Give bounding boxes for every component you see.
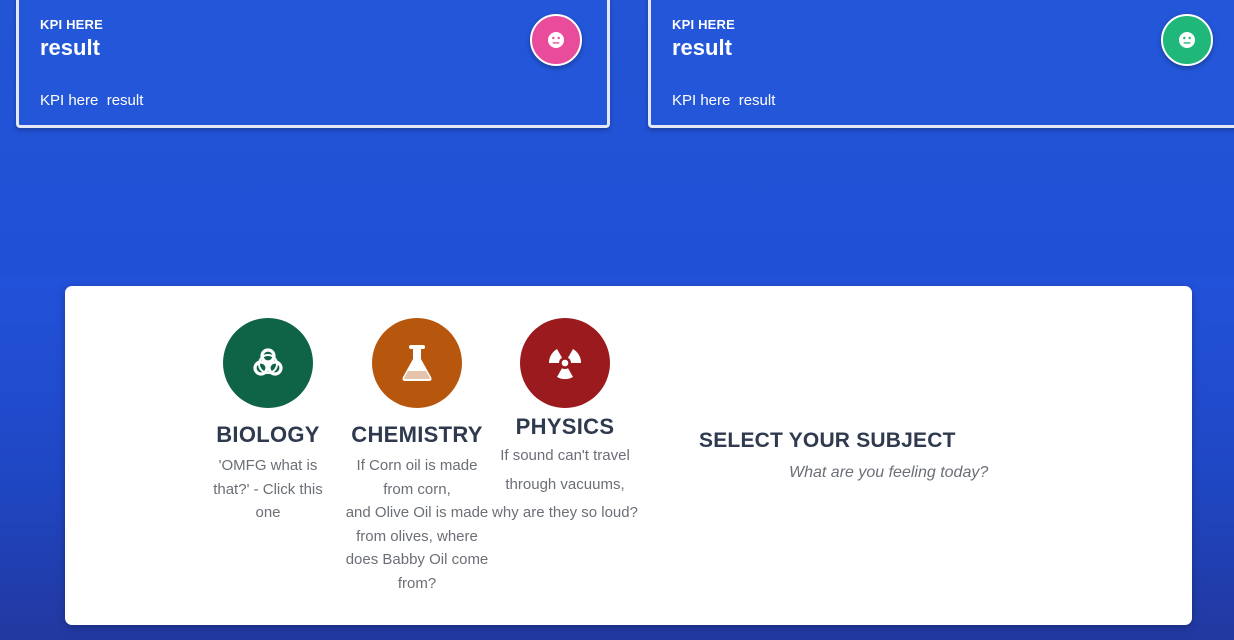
subject-description: If sound can't travel through vacuums, w… — [492, 447, 638, 521]
subject-title: PHYSICS — [515, 414, 615, 439]
subject-title: BIOLOGY — [216, 422, 320, 447]
kpi-value: result — [40, 35, 100, 60]
radiation-icon[interactable] — [520, 318, 610, 408]
neutral-face-icon — [530, 14, 582, 66]
subject-description: 'OMFG what is that?' - Click this one — [213, 457, 323, 521]
subject-panel: BIOLOGY 'OMFG what is that?' - Click thi… — [65, 286, 1192, 625]
kpi-subtext: KPI here result — [40, 92, 144, 109]
select-subject-subtitle: What are you feeling today? — [789, 464, 989, 481]
biohazard-icon[interactable] — [223, 318, 313, 408]
kpi-subtext: KPI here result — [672, 92, 776, 109]
kpi-value: result — [672, 35, 732, 60]
kpi-card-2[interactable]: KPI HERE result KPI here result — [648, 0, 1234, 128]
subject-title: CHEMISTRY — [351, 422, 483, 447]
subject-description: If Corn oil is made from corn, and Olive… — [345, 457, 489, 592]
subject-biology[interactable]: BIOLOGY 'OMFG what is that?' - Click thi… — [193, 318, 343, 525]
select-subject-title: SELECT YOUR SUBJECT — [699, 429, 956, 452]
kpi-label: KPI HERE — [672, 17, 736, 32]
kpi-card-1[interactable]: KPI HERE result KPI here result — [16, 0, 610, 128]
kpi-label: KPI HERE — [40, 17, 104, 32]
neutral-face-icon — [1161, 14, 1213, 66]
subject-physics[interactable]: PHYSICS If sound can't travel through va… — [490, 318, 640, 528]
subject-chemistry[interactable]: CHEMISTRY If Corn oil is made from corn,… — [342, 318, 492, 595]
flask-icon[interactable] — [372, 318, 462, 408]
